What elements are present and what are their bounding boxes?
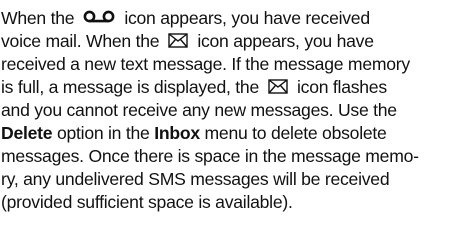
text-line-9: (provided sufficient space is available)… xyxy=(1,192,293,212)
envelope-icon xyxy=(168,33,189,48)
text-line-2: voice mail. When the icon appears, you ha… xyxy=(1,30,474,53)
text-line-4: is full, a message is displayed, the icon… xyxy=(1,76,474,99)
text-line-5: and you cannot receive any new messages.… xyxy=(1,100,397,120)
text-segment: When the xyxy=(1,8,75,28)
text-segment: icon appears, you have xyxy=(197,31,374,51)
text-line-7: messages. Once there is space in the mes… xyxy=(1,146,419,166)
inbox-menu-term: Inbox xyxy=(154,123,200,143)
text-segment: voice mail. When the xyxy=(1,31,160,51)
text-line-3: received a new text message. If the mess… xyxy=(1,54,410,74)
text-segment: is full, a message is displayed, the xyxy=(1,77,259,97)
envelope-icon xyxy=(268,79,288,94)
text-line-8: ry, any undelivered SMS messages will be… xyxy=(1,169,390,189)
text-line-6: Delete option in the Inbox menu to delet… xyxy=(1,122,474,145)
text-segment: icon appears, you have received xyxy=(124,8,370,28)
body-paragraph: When the icon appears, you have received … xyxy=(1,7,474,214)
text-segment: option in the xyxy=(52,123,155,143)
manual-page: When the icon appears, you have received … xyxy=(0,0,474,240)
text-line-1: When the icon appears, you have received xyxy=(1,7,474,30)
text-segment: menu to delete obsolete xyxy=(199,123,387,143)
voicemail-icon xyxy=(83,10,115,24)
text-segment: icon flashes xyxy=(296,77,387,97)
delete-option-term: Delete xyxy=(1,123,53,143)
